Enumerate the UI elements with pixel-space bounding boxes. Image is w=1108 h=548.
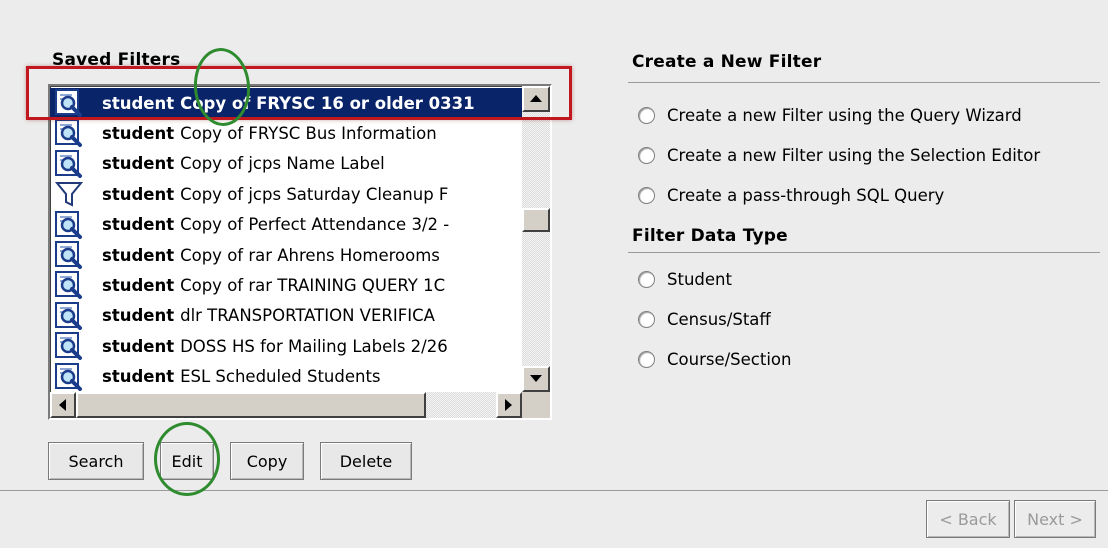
filter-name-label: dlr TRANSPORTATION VERIFICA — [180, 306, 435, 326]
filter-name-label: Copy of jcps Name Label — [180, 154, 385, 174]
create-filter-divider — [628, 82, 1100, 83]
query-icon — [54, 271, 84, 300]
filter-name-label: ESL Scheduled Students — [180, 367, 381, 387]
option-student[interactable]: Student — [638, 270, 732, 289]
filter-list-item[interactable]: student ESL Scheduled Students — [50, 362, 522, 392]
query-icon — [54, 332, 84, 361]
filter-data-type-title: Filter Data Type — [632, 226, 788, 246]
scrollbar-corner — [522, 392, 550, 418]
selection-editor-radio[interactable] — [638, 147, 655, 164]
filter-name-label: Copy of Perfect Attendance 3/2 - — [180, 215, 450, 235]
filter-name-label: DOSS HS for Mailing Labels 2/26 — [180, 336, 448, 356]
query-icon — [54, 119, 84, 148]
course-section-radio[interactable] — [638, 351, 655, 368]
filter-name-label: Copy of jcps Saturday Cleanup F — [180, 184, 449, 204]
student-label: Student — [667, 270, 732, 289]
scroll-left-button[interactable] — [50, 392, 76, 418]
up-arrow-icon — [530, 95, 542, 102]
query-icon — [54, 210, 84, 239]
scroll-up-button[interactable] — [522, 86, 550, 112]
filter-list-item[interactable]: student Copy of FRYSC 16 or older 0331 — [50, 88, 522, 118]
query-icon — [54, 89, 84, 117]
query-icon — [54, 362, 84, 391]
option-course-section[interactable]: Course/Section — [638, 350, 791, 369]
selection-editor-label: Create a new Filter using the Selection … — [667, 146, 1041, 165]
option-selection-editor[interactable]: Create a new Filter using the Selection … — [638, 146, 1040, 165]
filter-type-label: student — [102, 123, 175, 143]
option-query-wizard[interactable]: Create a new Filter using the Query Wiza… — [638, 106, 1022, 125]
filter-list-item[interactable]: student Copy of FRYSC Bus Information — [50, 118, 522, 148]
back-button[interactable]: < Back — [926, 500, 1010, 538]
filter-type-label: student — [102, 245, 175, 265]
query-wizard-radio[interactable] — [638, 107, 655, 124]
create-filter-title: Create a New Filter — [632, 52, 822, 72]
filter-type-label: student — [102, 306, 175, 326]
vertical-scrollbar[interactable] — [522, 86, 550, 392]
filter-name-label: Copy of rar Ahrens Homerooms — [180, 245, 440, 265]
vertical-scroll-thumb[interactable] — [522, 208, 550, 232]
query-wizard-label: Create a new Filter using the Query Wiza… — [667, 106, 1022, 125]
filter-type-label: student — [102, 275, 175, 295]
scroll-down-button[interactable] — [522, 366, 550, 392]
query-icon — [54, 301, 84, 330]
filter-type-label: student — [102, 184, 175, 204]
edit-button[interactable]: Edit — [160, 442, 214, 480]
filter-type-label: student — [102, 154, 175, 174]
filter-type-label: student — [102, 336, 175, 356]
option-census-staff[interactable]: Census/Staff — [638, 310, 771, 329]
filter-type-label: student — [102, 367, 175, 387]
saved-filters-listbox[interactable]: student Copy of FRYSC 16 or older 0331 stu… — [48, 84, 552, 420]
filter-type-label: student — [102, 215, 175, 235]
sql-query-radio[interactable] — [638, 187, 655, 204]
next-button[interactable]: Next > — [1014, 500, 1096, 538]
option-sql-query[interactable]: Create a pass-through SQL Query — [638, 186, 944, 205]
filter-name-label: Copy of FRYSC Bus Information — [180, 123, 437, 143]
census-staff-radio[interactable] — [638, 311, 655, 328]
filter-list-item[interactable]: student Copy of jcps Saturday Cleanup F — [50, 179, 522, 209]
filter-list-item[interactable]: student Copy of rar Ahrens Homerooms — [50, 240, 522, 270]
query-icon — [54, 149, 84, 178]
filter-list-item[interactable]: student Copy of jcps Name Label — [50, 149, 522, 179]
filter-name-label: Copy of FRYSC 16 or older 0331 — [180, 93, 475, 113]
delete-button[interactable]: Delete — [320, 442, 412, 480]
filter-list-item[interactable]: student DOSS HS for Mailing Labels 2/26 — [50, 331, 522, 361]
saved-filters-list: student Copy of FRYSC 16 or older 0331 stu… — [50, 86, 522, 392]
filter-list-item[interactable]: student Copy of rar TRAINING QUERY 1C — [50, 270, 522, 300]
course-section-label: Course/Section — [667, 350, 792, 369]
left-arrow-icon — [59, 399, 66, 411]
horizontal-scroll-thumb[interactable] — [76, 392, 426, 418]
sql-query-label: Create a pass-through SQL Query — [667, 186, 945, 205]
data-type-divider — [628, 252, 1100, 253]
census-staff-label: Census/Staff — [667, 310, 771, 329]
down-arrow-icon — [530, 375, 542, 382]
filter-type-label: student — [102, 93, 175, 113]
filter-list-item[interactable]: student dlr TRANSPORTATION VERIFICA — [50, 301, 522, 331]
query-icon — [54, 241, 84, 269]
student-radio[interactable] — [638, 271, 655, 288]
filter-name-label: Copy of rar TRAINING QUERY 1C — [180, 275, 446, 295]
horizontal-scrollbar[interactable] — [50, 392, 522, 418]
filter-list-item[interactable]: student Copy of Perfect Attendance 3/2 - — [50, 210, 522, 240]
saved-filters-title: Saved Filters — [52, 50, 181, 70]
right-arrow-icon — [505, 399, 512, 411]
copy-button[interactable]: Copy — [230, 442, 304, 480]
bottom-divider — [0, 490, 1108, 491]
scroll-right-button[interactable] — [496, 392, 522, 418]
funnel-icon — [54, 180, 84, 208]
search-button[interactable]: Search — [48, 442, 144, 480]
